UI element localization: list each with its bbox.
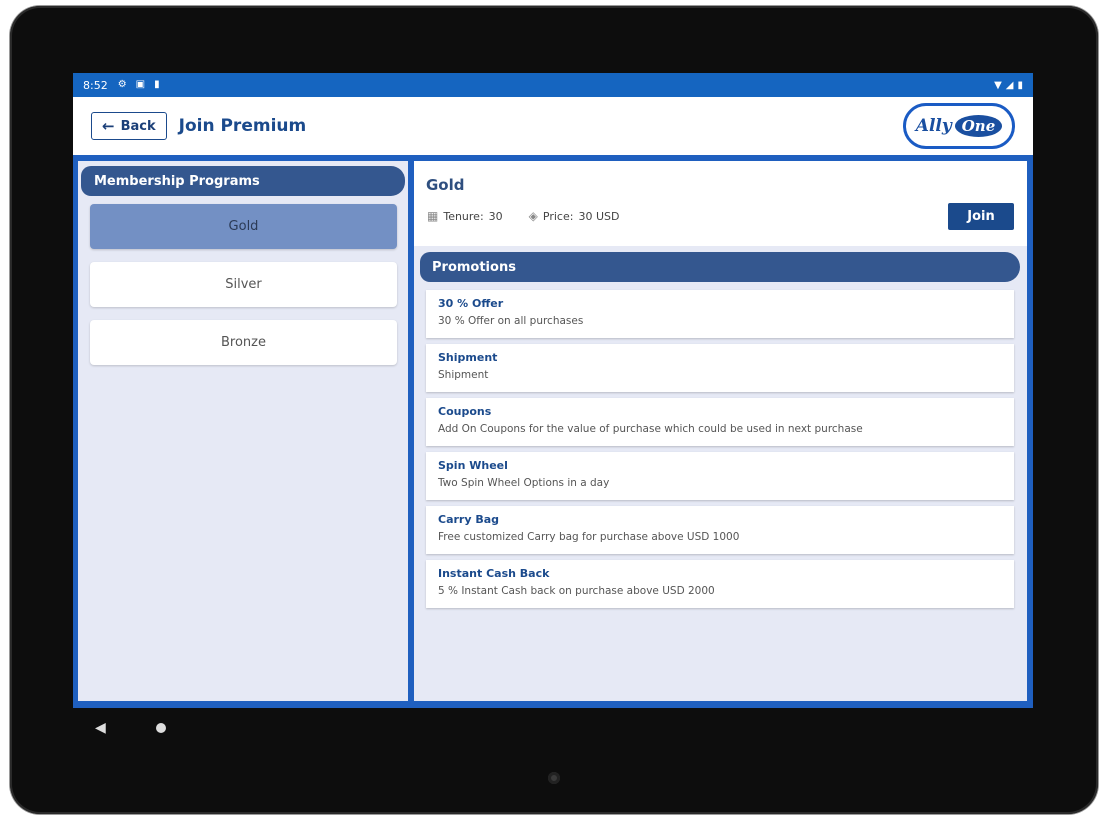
- detail-panel: Gold ▦ Tenure: 30 ◈ Price: 30 USD Join P…: [414, 161, 1027, 701]
- price-value: 30 USD: [578, 209, 620, 223]
- promotion-title: Spin Wheel: [438, 459, 508, 472]
- sd-card-icon: ▮: [154, 79, 160, 90]
- back-button[interactable]: ← Back: [91, 112, 167, 140]
- promotions-list: 30 % Offer 30 % Offer on all purchases S…: [426, 290, 1014, 614]
- status-right-icons: ▼ ◢ ▮: [994, 80, 1023, 91]
- program-detail-card: Gold ▦ Tenure: 30 ◈ Price: 30 USD Join: [414, 161, 1027, 246]
- status-time: 8:52: [83, 78, 108, 92]
- tenure-label: Tenure:: [443, 209, 484, 223]
- logo-text: Ally: [915, 116, 952, 136]
- promotion-item: Carry Bag Free customized Carry bag for …: [426, 506, 1014, 554]
- signal-icon: ◢: [1005, 79, 1014, 91]
- promotion-desc: 30 % Offer on all purchases: [438, 315, 584, 327]
- android-nav-bar: ◀: [73, 708, 1033, 748]
- promotion-item: Spin Wheel Two Spin Wheel Options in a d…: [426, 452, 1014, 500]
- promotion-desc: Two Spin Wheel Options in a day: [438, 477, 610, 489]
- ally-one-logo: Ally One: [903, 103, 1015, 149]
- promotion-desc: Free customized Carry bag for purchase a…: [438, 531, 740, 543]
- promotion-item: Coupons Add On Coupons for the value of …: [426, 398, 1014, 446]
- back-label: Back: [120, 118, 156, 134]
- logo-badge: One: [954, 115, 1003, 137]
- program-item-gold[interactable]: Gold: [90, 204, 397, 249]
- wifi-icon: ▼: [994, 79, 1002, 91]
- program-item-silver[interactable]: Silver: [90, 262, 397, 307]
- nav-home-icon[interactable]: [155, 723, 166, 733]
- page-title: Join Premium: [178, 116, 307, 136]
- tenure-value: 30: [488, 209, 503, 223]
- promotion-title: Carry Bag: [438, 513, 500, 526]
- gear-icon: ⚙: [117, 79, 127, 90]
- join-button[interactable]: Join: [948, 203, 1014, 230]
- promotion-item: 30 % Offer 30 % Offer on all purchases: [426, 290, 1014, 338]
- app-header: ← Back Join Premium Ally One: [73, 97, 1033, 155]
- battery-icon: ▮: [1017, 79, 1023, 91]
- promotion-item: Shipment Shipment: [426, 344, 1014, 392]
- calendar-icon: ▦: [427, 209, 439, 223]
- device-screen: 8:52 ⚙ ▣ ▮ ▼ ◢ ▮ ← Back Join Premium All…: [73, 73, 1033, 748]
- promotion-desc: Shipment: [438, 369, 489, 381]
- program-title: Gold: [426, 176, 465, 194]
- camera-icon: [548, 772, 560, 784]
- a-icon: ▣: [135, 79, 146, 90]
- promotion-desc: 5 % Instant Cash back on purchase above …: [438, 585, 715, 597]
- promotion-title: 30 % Offer: [438, 297, 504, 310]
- price-label: Price:: [542, 209, 574, 223]
- promotion-desc: Add On Coupons for the value of purchase…: [438, 423, 863, 435]
- status-bar: 8:52 ⚙ ▣ ▮ ▼ ◢ ▮: [73, 73, 1033, 97]
- promotion-title: Coupons: [438, 405, 492, 418]
- promotions-header: Promotions: [420, 252, 1020, 282]
- membership-header: Membership Programs: [81, 166, 405, 196]
- promotion-item: Instant Cash Back 5 % Instant Cash back …: [426, 560, 1014, 608]
- program-meta: ▦ Tenure: 30 ◈ Price: 30 USD: [427, 209, 619, 223]
- program-item-bronze[interactable]: Bronze: [90, 320, 397, 365]
- arrow-left-icon: ←: [102, 116, 115, 135]
- price-tag-icon: ◈: [528, 209, 538, 223]
- promotion-title: Shipment: [438, 351, 498, 364]
- membership-panel: Membership Programs Gold Silver Bronze: [78, 161, 408, 701]
- nav-back-icon[interactable]: ◀: [95, 720, 106, 736]
- promotion-title: Instant Cash Back: [438, 567, 550, 580]
